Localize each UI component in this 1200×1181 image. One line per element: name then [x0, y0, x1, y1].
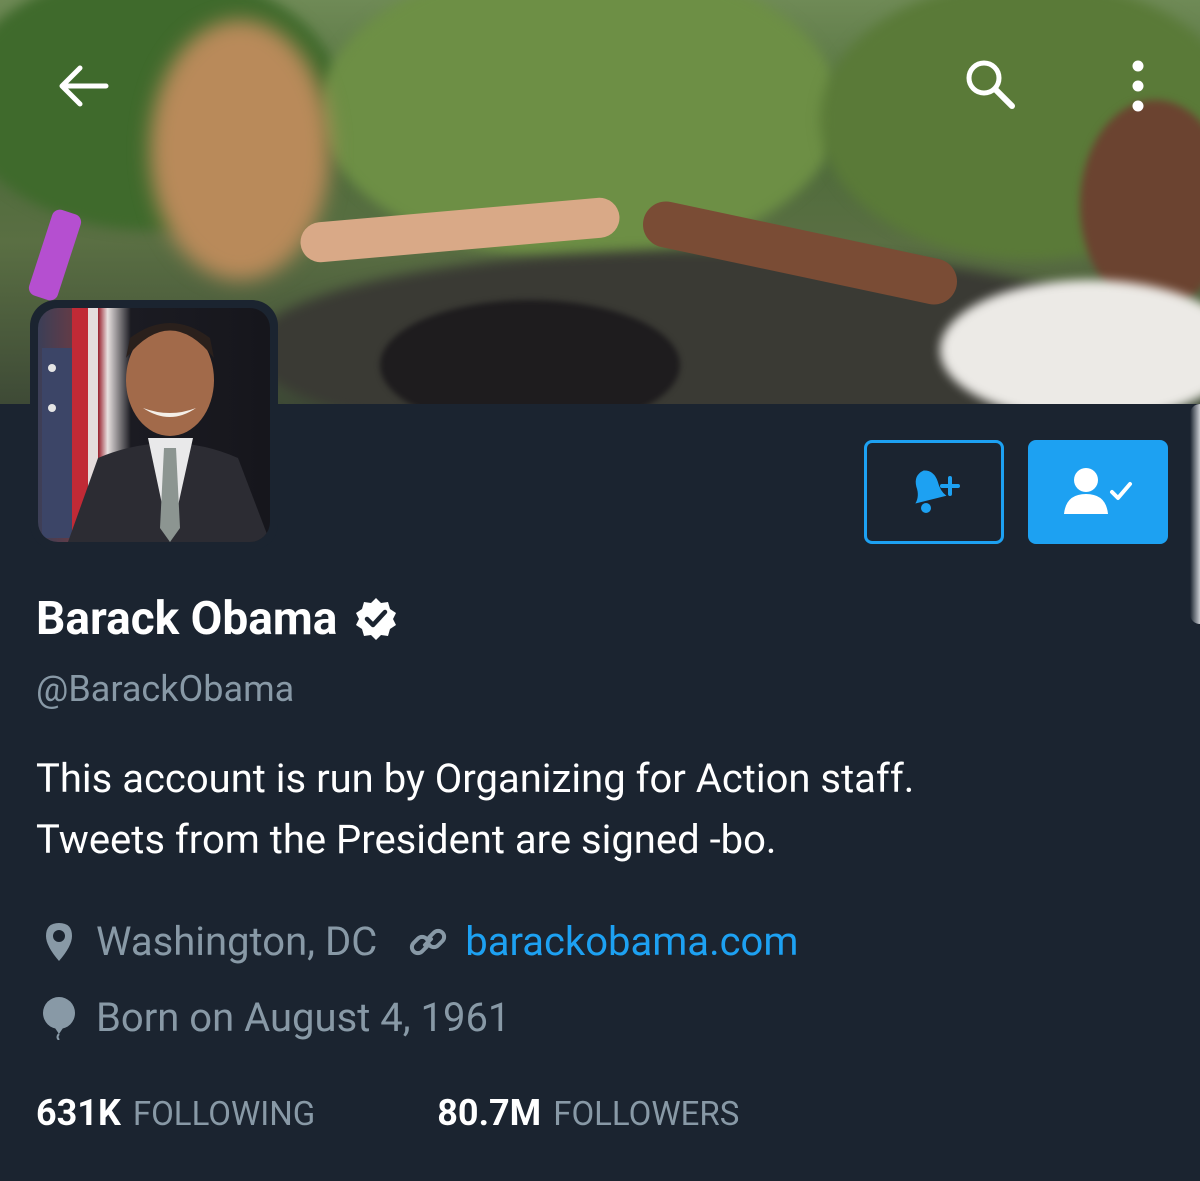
notifications-button[interactable]	[864, 440, 1004, 544]
profile-name-row: Barack Obama	[36, 592, 399, 646]
back-button[interactable]	[52, 54, 116, 118]
balloon-icon	[36, 995, 82, 1041]
followers-stat[interactable]: 80.7M FOLLOWERS	[437, 1092, 739, 1134]
followers-count: 80.7M	[437, 1092, 542, 1134]
more-options-button[interactable]	[1118, 56, 1158, 116]
followers-label: FOLLOWERS	[553, 1095, 740, 1134]
verified-badge-icon	[356, 598, 397, 640]
birthday-row: Born on August 4, 1961	[36, 994, 510, 1041]
user-check-icon	[1064, 468, 1132, 514]
more-vertical-icon	[1132, 60, 1144, 112]
profile-name: Barack Obama	[36, 592, 338, 646]
location-pin-icon	[36, 919, 82, 965]
profile-avatar[interactable]	[30, 300, 278, 550]
profile-location: Washington, DC	[96, 918, 378, 965]
following-button[interactable]	[1028, 440, 1168, 544]
search-button[interactable]	[958, 52, 1022, 116]
profile-stats: 631K FOLLOWING 80.7M FOLLOWERS	[36, 1092, 739, 1134]
arrow-left-icon	[59, 65, 109, 107]
following-stat[interactable]: 631K FOLLOWING	[36, 1092, 315, 1134]
profile-handle: @BarackObama	[36, 668, 295, 710]
bell-plus-icon	[915, 470, 960, 513]
link-icon	[405, 919, 451, 965]
profile-birthday: Born on August 4, 1961	[96, 994, 511, 1041]
banner-phone	[26, 207, 84, 303]
avatar-portrait	[42, 308, 270, 542]
avatar-photo	[38, 308, 270, 542]
bio-line: This account is run by Organizing for Ac…	[36, 755, 915, 802]
profile-website-link[interactable]: barackobama.com	[465, 918, 798, 965]
search-icon	[966, 60, 1015, 109]
following-label: FOLLOWING	[132, 1095, 316, 1134]
following-count: 631K	[36, 1092, 121, 1134]
scroll-edge-indicator	[1190, 404, 1200, 624]
bio-line: Tweets from the President are signed -bo…	[36, 816, 777, 863]
profile-bio: This account is run by Organizing for Ac…	[36, 748, 1156, 870]
location-website-row: Washington, DC barackobama.com	[36, 918, 798, 965]
